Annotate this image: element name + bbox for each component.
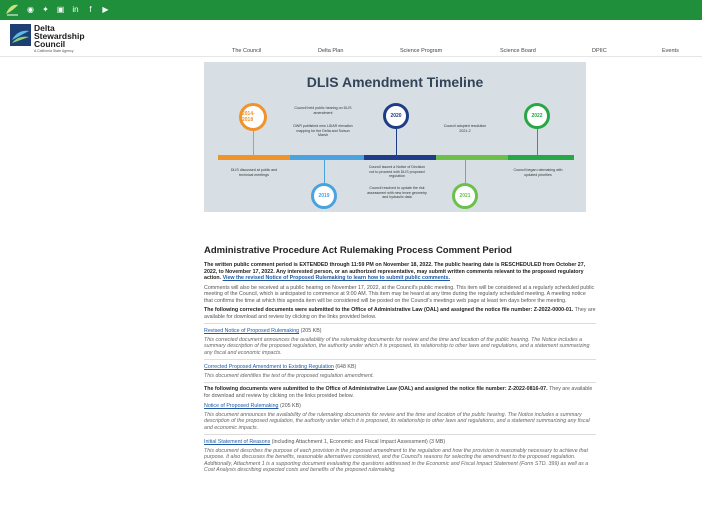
timeline-connector — [396, 128, 397, 155]
timeline-node-2014: 2014-2018 — [239, 103, 267, 131]
comment-period-section: Administrative Procedure Act Rulemaking … — [204, 245, 596, 477]
rss-icon[interactable]: ◉ — [26, 4, 35, 15]
timeline-band-4 — [436, 155, 508, 160]
nav-dpiic[interactable]: DPIIC — [592, 48, 607, 54]
twitter-icon[interactable]: ✦ — [41, 4, 50, 15]
council-leaf-icon[interactable] — [5, 3, 19, 16]
following-docs-notice: The following documents were submitted t… — [204, 386, 596, 399]
document-link-item: Notice of Proposed Rulemaking (205 KB) — [204, 403, 596, 410]
divider — [204, 434, 596, 435]
site-logo[interactable]: Delta Stewardship Council A California S… — [10, 24, 85, 54]
timeline-node-2021: 2021 — [452, 183, 478, 209]
nav-science-program[interactable]: Science Program — [400, 48, 442, 54]
hearing-paragraph: Comments will also be received at a publ… — [204, 284, 595, 304]
document-link-item: Corrected Proposed Amendment to Existing… — [204, 364, 596, 371]
document-description: This document describes the purpose of e… — [204, 447, 589, 474]
file-size: (205 KB) — [300, 328, 322, 334]
document-link-item: Revised Notice of Proposed Rulemaking (2… — [204, 328, 596, 335]
brand-tagline: A California State Agency — [34, 49, 74, 53]
top-utility-bar: ◉ ✦ ▣ in f ▶ — [0, 0, 702, 20]
dlis-timeline-graphic: DLIS Amendment Timeline 2014-2018 2019 2… — [204, 62, 586, 212]
social-links: ◉ ✦ ▣ in f ▶ — [26, 4, 110, 15]
timeline-connector — [537, 128, 538, 155]
timeline-connector — [324, 160, 325, 184]
timeline-caption: Council began rulemaking with updated pr… — [513, 168, 563, 177]
timeline-caption: Council issued a Notice of Decision not … — [368, 165, 426, 179]
facebook-icon[interactable]: ▣ — [56, 4, 65, 15]
file-size: (including Attachment 1, Economic and Fi… — [271, 439, 446, 445]
document-description: This corrected document announces the av… — [204, 336, 590, 356]
document-description: This document announces the availability… — [204, 411, 590, 431]
document-description: This document identifies the text of the… — [204, 372, 374, 379]
corrected-docs-notice: The following corrected documents were s… — [204, 307, 596, 320]
timeline-title: DLIS Amendment Timeline — [306, 74, 484, 90]
site-header: Delta Stewardship Council A California S… — [0, 20, 702, 57]
section-heading: Administrative Procedure Act Rulemaking … — [204, 245, 512, 256]
timeline-band-2 — [290, 155, 364, 160]
delta-logo-icon — [10, 24, 31, 46]
file-size: (205 KB) — [279, 403, 301, 409]
timeline-caption: DLIS discussed at public and technical m… — [230, 168, 278, 177]
nav-events[interactable]: Events — [662, 48, 679, 54]
notice-of-rulemaking-link[interactable]: Notice of Proposed Rulemaking — [204, 403, 279, 409]
divider — [204, 323, 596, 324]
timeline-connector — [465, 160, 466, 184]
nav-delta-plan[interactable]: Delta Plan — [318, 48, 343, 54]
divider — [204, 359, 596, 360]
timeline-band-5 — [508, 155, 574, 160]
timeline-caption: Council adopted resolution 2021-2 — [443, 124, 487, 133]
timeline-connector — [253, 130, 254, 155]
file-size: (648 KB) — [335, 364, 357, 370]
timeline-caption: Council held public hearing on DLIS amen… — [294, 106, 352, 115]
brand-line-3: Council — [34, 39, 66, 49]
corrected-docs-bold: The following corrected documents were s… — [204, 307, 574, 313]
timeline-band-1 — [218, 155, 290, 160]
corrected-amendment-link[interactable]: Corrected Proposed Amendment to Existing… — [204, 364, 334, 370]
nav-the-council[interactable]: The Council — [232, 48, 261, 54]
timeline-node-2022: 2022 — [524, 103, 550, 129]
timeline-caption: DWR published new LiDAR elevation mappin… — [293, 124, 353, 138]
timeline-node-2020: 2020 — [383, 103, 409, 129]
following-docs-bold: The following documents were submitted t… — [204, 386, 548, 392]
comment-period-notice: The written public comment period is EXT… — [204, 262, 596, 282]
timeline-band-3 — [364, 155, 436, 160]
document-link-item: Initial Statement of Reasons (including … — [204, 439, 596, 446]
linkedin-icon[interactable]: in — [71, 4, 80, 15]
divider — [204, 382, 596, 383]
nav-science-board[interactable]: Science Board — [500, 48, 536, 54]
revised-notice-download-link[interactable]: Revised Notice of Proposed Rulemaking — [204, 328, 299, 334]
revised-notice-link[interactable]: View the revised Notice of Proposed Rule… — [223, 275, 450, 281]
youtube-icon[interactable]: ▶ — [101, 4, 110, 15]
flickr-icon[interactable]: f — [86, 4, 95, 15]
timeline-node-2019: 2019 — [311, 183, 337, 209]
timeline-caption: Council resolved to update the risk asse… — [367, 186, 427, 200]
initial-statement-link[interactable]: Initial Statement of Reasons — [204, 439, 270, 445]
